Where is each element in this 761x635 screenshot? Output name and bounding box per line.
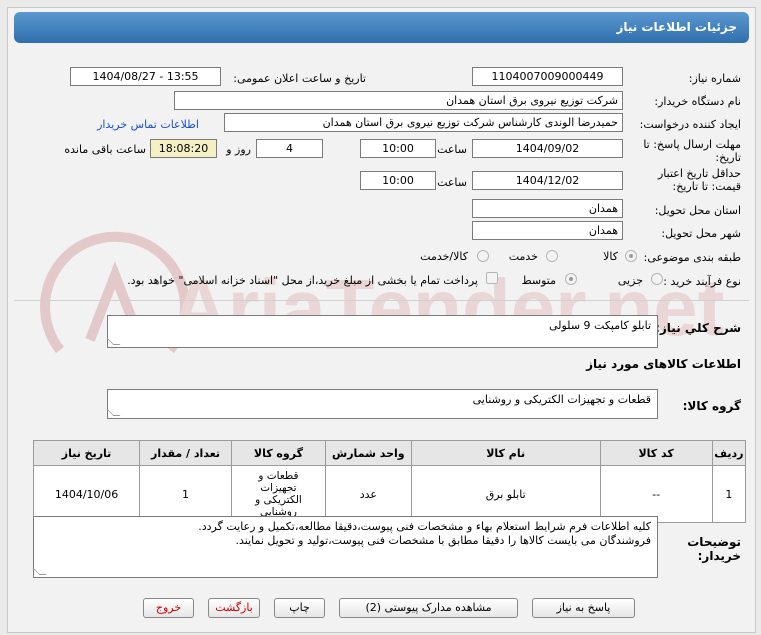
deadline-date-field: 1404/09/02 [472, 139, 623, 158]
category-label: طبقه بندی موضوعی: [643, 251, 741, 264]
validity-time-label: ساعت [437, 176, 467, 189]
days-field: 4 [256, 139, 323, 158]
goods-info-title: اطلاعات کالاهای مورد نیاز [586, 357, 741, 371]
respond-button[interactable]: پاسخ به نیاز [532, 598, 635, 618]
description-label: شرح کلي نياز: [655, 321, 741, 335]
goods-group-label: گروه کالا: [682, 399, 741, 413]
category-radio-goods[interactable] [625, 250, 637, 262]
validity-label-date: قیمت: تا تاریخ: [672, 180, 741, 193]
cell-code: -- [599, 465, 713, 523]
print-button[interactable]: چاپ [274, 598, 325, 618]
process-label: نوع فرآیند خرید : [663, 275, 741, 288]
need-number-label: شماره نیاز: [688, 72, 741, 85]
process-option-medium: متوسط [521, 274, 556, 287]
col-date: تاریخ نیاز [32, 440, 141, 466]
validity-date-field: 1404/12/02 [472, 171, 623, 190]
need-number-field: 1104007009000449 [472, 67, 623, 86]
col-unit: واحد شمارش [324, 440, 412, 466]
deadline-time-field: 10:00 [360, 139, 436, 158]
remaining-time-field: 18:08:20 [150, 139, 217, 158]
process-radio-medium[interactable] [565, 273, 577, 285]
days-label: روز و [226, 143, 251, 156]
table-header-row: ردیف کد کالا نام کالا واحد شمارش گروه کا… [32, 440, 747, 466]
buyer-org-field: شرکت توزیع نیروی برق استان همدان [174, 91, 623, 110]
cell-date: 1404/10/06 [32, 465, 141, 523]
city-label: شهر محل تحویل: [661, 227, 741, 240]
requester-label: ایجاد کننده درخواست: [639, 118, 741, 131]
category-option-service: خدمت [508, 250, 538, 263]
attachments-button[interactable]: مشاهده مدارک پیوستی (2) [339, 598, 518, 618]
divider [14, 300, 749, 301]
announce-label: تاریخ و ساعت اعلان عمومی: [233, 72, 366, 85]
cell-name: تابلو برق [410, 465, 601, 523]
goods-group-field: قطعات و تجهیزات الکتریکی و روشنایی [107, 389, 658, 419]
description-field: تابلو کامپکت 9 سلولی [107, 315, 658, 348]
payment-note: پرداخت تمام یا بخشی از مبلغ خرید،از محل … [127, 274, 478, 287]
exit-button[interactable]: خروج [143, 598, 194, 618]
validity-time-field: 10:00 [360, 171, 436, 190]
process-radio-minor[interactable] [651, 273, 663, 285]
buyer-org-label: نام دستگاه خریدار: [654, 95, 741, 108]
validity-label: حداقل تاریخ اعتبار [657, 167, 741, 180]
buyer-notes-line-2: فروشندگان می بایست کالاها را دقیقا مطابق… [235, 534, 651, 547]
col-name: نام کالا [410, 440, 601, 466]
cell-row: 1 [711, 465, 747, 523]
buyer-notes-field: کلیه اطلاعات فرم شرایط استعلام بهاء و مش… [33, 516, 658, 578]
category-radio-service[interactable] [546, 250, 558, 262]
items-table: ردیف کد کالا نام کالا واحد شمارش گروه کا… [32, 440, 747, 523]
page-title: جزئیات اطلاعات نیاز [616, 20, 737, 34]
requester-field: حمیدرضا الوندی کارشناس شرکت توزیع نیروی … [224, 113, 623, 132]
col-qty: تعداد / مقدار [139, 440, 232, 466]
treasury-checkbox[interactable] [486, 272, 498, 284]
back-button[interactable]: بازگشت [208, 598, 260, 618]
table-row[interactable]: 1 -- تابلو برق عدد قطعات و تجهیزات الکتر… [32, 465, 747, 523]
province-label: استان محل تحویل: [654, 204, 741, 217]
buyer-notes-label-2: خریدار: [697, 549, 741, 563]
cell-qty: 1 [139, 465, 232, 523]
category-option-goods-service: کالا/خدمت [420, 250, 468, 263]
deadline-label-date: تاریخ: [715, 151, 741, 164]
contact-info-link[interactable]: اطلاعات تماس خریدار [97, 118, 199, 131]
city-field: همدان [472, 221, 623, 240]
cell-unit: عدد [324, 465, 412, 523]
province-field: همدان [472, 199, 623, 218]
buyer-notes-label: توضیحات [687, 535, 741, 549]
buyer-notes-line-1: کلیه اطلاعات فرم شرایط استعلام بهاء و مش… [198, 520, 651, 533]
deadline-time-label: ساعت [437, 143, 467, 156]
announce-field: 1404/08/27 - 13:55 [70, 67, 221, 86]
category-option-goods: کالا [603, 250, 618, 263]
cell-group: قطعات و تجهیزات الکتریکی و روشنایی [230, 465, 326, 523]
category-radio-goods-service[interactable] [477, 250, 489, 262]
deadline-label: مهلت ارسال پاسخ: تا [643, 138, 741, 151]
remaining-label: ساعت باقی مانده [64, 143, 146, 156]
col-code: کد کالا [599, 440, 713, 466]
process-option-minor: جزیی [617, 274, 643, 287]
col-group: گروه کالا [230, 440, 326, 466]
col-row: ردیف [711, 440, 747, 466]
page-header: جزئیات اطلاعات نیاز [14, 12, 749, 43]
